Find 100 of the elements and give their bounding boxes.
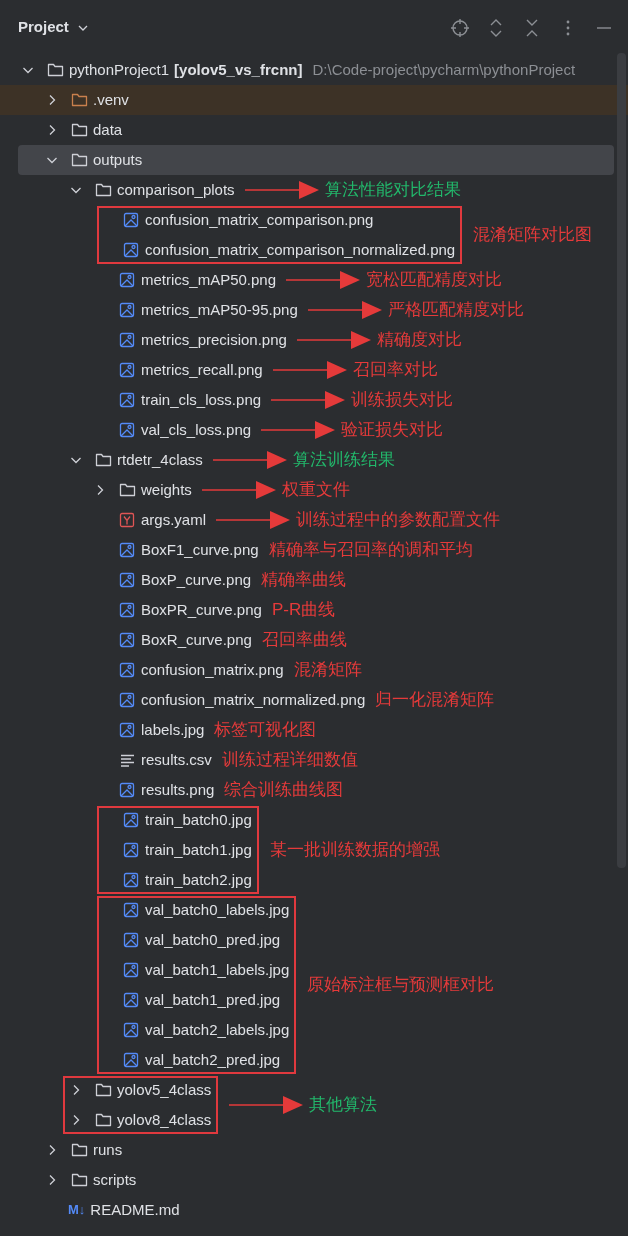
file-name: confusion_matrix.png [141,659,284,680]
annotation-label: 其他算法 [309,1094,378,1117]
tree-item[interactable]: metrics_recall.png [18,355,263,385]
locate-icon[interactable] [450,17,470,38]
folder-icon [95,452,112,468]
tree-item[interactable]: weights [18,475,192,505]
file-name: val_batch2_labels.jpg [145,1019,290,1040]
image-file-icon [119,272,136,288]
tree-item[interactable]: yolov5_4class [62,1075,212,1105]
tree-item[interactable]: metrics_precision.png [18,325,287,355]
folder-icon [95,1112,112,1128]
tree-item[interactable]: val_batch1_labels.jpg [96,955,290,985]
yaml-file-icon [119,512,136,528]
markdown-icon: M↓ [68,1200,86,1220]
annotation-label: 召回率曲线 [261,629,347,652]
file-name: confusion_matrix_normalized.png [141,689,366,710]
tree-item[interactable]: metrics_mAP50-95.png [18,295,298,325]
image-file-icon [119,302,136,318]
folder-name: pythonProject1 [69,59,170,80]
tree-item[interactable]: val_batch0_labels.jpg [96,895,290,925]
image-file-icon [123,992,140,1008]
file-name: metrics_precision.png [141,329,287,350]
tree-item[interactable]: confusion_matrix_comparison.png [96,205,374,235]
tree-item[interactable]: BoxF1_curve.png [18,535,259,565]
tree-item[interactable]: train_batch2.jpg [96,865,252,895]
tree-item[interactable]: confusion_matrix_normalized.png [18,685,366,715]
file-name: results.png [141,779,215,800]
tree-item[interactable]: BoxP_curve.png [18,565,252,595]
file-name: val_batch0_labels.jpg [145,899,290,920]
annotation-label: 训练过程中的参数配置文件 [296,509,501,532]
tree-item[interactable]: runs [18,1135,614,1165]
tree-item[interactable]: rtdetr_4class [18,445,203,475]
tree-item[interactable]: pythonProject1 [yolov5_vs_frcnn] D:\Code-project\pycharm\pythonProject [18,55,614,85]
file-name: metrics_recall.png [141,359,263,380]
image-file-icon [119,392,136,408]
tree-item[interactable]: M↓ README.md [18,1195,614,1225]
image-file-icon [123,842,140,858]
folder-icon [71,152,88,168]
folder-icon [71,1142,88,1158]
tree-item[interactable]: val_batch2_pred.jpg [96,1045,281,1075]
tree-item[interactable]: confusion_matrix_comparison_normalized.png [96,235,456,265]
file-name: confusion_matrix_comparison.png [145,209,374,230]
file-name: BoxP_curve.png [141,569,252,590]
image-file-icon [119,422,136,438]
tree-item[interactable]: yolov8_4class [62,1105,212,1135]
tree-item[interactable]: val_batch1_pred.jpg [96,985,281,1015]
file-name: train_batch2.jpg [145,869,252,890]
tree-item[interactable]: val_batch0_pred.jpg [96,925,281,955]
image-file-icon [123,242,140,258]
image-file-icon [123,962,140,978]
image-file-icon [123,1052,140,1068]
file-name: val_batch1_pred.jpg [145,989,281,1010]
annotation-label: 权重文件 [281,479,350,502]
tree-item[interactable]: labels.jpg [18,715,205,745]
tree-item[interactable]: confusion_matrix.png [18,655,284,685]
annotation-label: P-R曲线 [271,599,336,622]
folder-icon [71,92,88,108]
file-name: metrics_mAP50-95.png [141,299,298,320]
tree-item[interactable]: val_cls_loss.png [18,415,252,445]
annotation-label: 某一批训练数据的增强 [269,839,440,862]
panel-title[interactable]: Project [18,16,69,39]
annotation-label: 严格匹配精度对比 [387,299,524,322]
file-name: train_cls_loss.png [141,389,262,410]
tree-item[interactable]: results.png [18,775,215,805]
scrollbar-thumb[interactable] [617,53,626,868]
tree-item[interactable]: BoxPR_curve.png [18,595,262,625]
tree-item[interactable]: args.yaml [18,505,207,535]
image-file-icon [119,572,136,588]
file-name: args.yaml [141,509,207,530]
tree-item[interactable]: results.csv [18,745,212,775]
tree-item[interactable]: data [18,115,614,145]
image-file-icon [119,602,136,618]
file-name: confusion_matrix_comparison_normalized.png [145,239,456,260]
folder-name: yolov5_4class [117,1079,212,1100]
folder-name: weights [141,479,192,500]
image-file-icon [119,542,136,558]
file-name: README.md [90,1199,180,1220]
file-name: train_batch0.jpg [145,809,252,830]
project-path: D:\Code-project\pycharm\pythonProject [312,59,576,80]
annotation-label: 训练过程详细数值 [221,749,358,772]
image-file-icon [119,692,136,708]
tree-item[interactable]: .venv [0,85,628,115]
tree-item[interactable]: train_batch0.jpg [96,805,252,835]
tree-item[interactable]: train_batch1.jpg [96,835,252,865]
tree-item[interactable]: val_batch2_labels.jpg [96,1015,290,1045]
annotation-label: 归一化混淆矩阵 [375,689,495,712]
image-file-icon [119,362,136,378]
folder-name: .venv [93,89,129,110]
annotation-label: 混淆矩阵 [293,659,362,682]
annotation-label: 原始标注框与预测框对比 [307,974,495,997]
image-file-icon [119,662,136,678]
tree-item[interactable]: BoxR_curve.png [18,625,252,655]
annotation-label: 算法训练结果 [292,449,395,472]
tree-item[interactable]: scripts [18,1165,614,1195]
tree-item[interactable]: train_cls_loss.png [18,385,262,415]
tree-item[interactable]: metrics_mAP50.png [18,265,277,295]
tree-item[interactable]: outputs [18,145,614,175]
tree-item[interactable]: comparison_plots [18,175,235,205]
annotation-label: 标签可视化图 [214,719,317,742]
image-file-icon [119,782,136,798]
